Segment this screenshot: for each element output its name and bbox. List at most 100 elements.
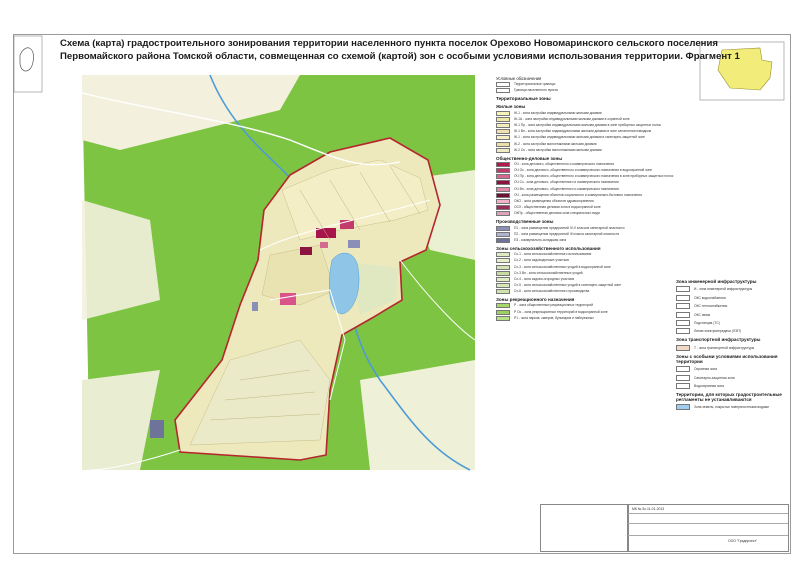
- legend-section-production: Производственные зоны: [496, 219, 554, 225]
- legend-item: Охранная зона: [676, 366, 786, 373]
- legend-label: Ж-1А - зона застройки индивидуальными жи…: [514, 116, 630, 121]
- legend-label: П2 - зона размещения предприятий III кла…: [514, 231, 620, 236]
- legend-main: Условные обозначения Территориальные гра…: [496, 75, 674, 470]
- legend-label: Р Ос - зона рекреационных территорий в в…: [514, 309, 608, 314]
- legend-label: Санитарно-защитная зона: [694, 375, 735, 380]
- legend-item: Т - зона транспортной инфраструктуры: [676, 344, 786, 351]
- locator-map: [13, 35, 43, 93]
- legend-item: Сх-6 - зона сельскохозяйственного произв…: [496, 289, 674, 295]
- legend-swatch: [496, 168, 510, 174]
- legend-item: ОКС теплоснабжения: [676, 303, 786, 310]
- zone-public: [320, 242, 328, 248]
- legend-item: Сх-4 - зона садово-огородных участков: [496, 276, 674, 282]
- legend-swatch: [496, 289, 510, 295]
- legend-label: ОКС связи: [694, 312, 711, 317]
- legend-swatch: [496, 270, 510, 276]
- legend-item: Ж-1 - зона застройки индивидуальными жил…: [496, 110, 674, 116]
- legend-item: ОКС связи: [676, 311, 786, 318]
- legend-label: Ж-2 - зона застройки малоэтажными жилыми…: [514, 141, 597, 146]
- legend-swatch: [496, 231, 510, 237]
- legend-label: Ж-2 Ос - зона застройки малоэтажными жил…: [514, 147, 602, 152]
- legend-swatch: [496, 174, 510, 180]
- legend-item: П3 - коммунально-складская зона: [496, 237, 674, 243]
- legend-label: Сх-6 - зона сельскохозяйственного произв…: [514, 289, 590, 294]
- legend-swatch: [496, 88, 510, 94]
- zone-industrial: [348, 240, 360, 248]
- legend-swatch: [496, 303, 510, 309]
- legend-label: ОКПр - общественная деловая зона специал…: [514, 211, 600, 216]
- legend-swatch: [496, 276, 510, 282]
- legend-item: ОКПр - общественная деловая зона специал…: [496, 211, 674, 217]
- legend-section-recreation: Зоны рекреационного назначения: [496, 297, 575, 303]
- legend-item: ОЧ Ос - зона делового, общественного и к…: [496, 168, 674, 174]
- legend-swatch: [496, 147, 510, 153]
- legend-section-residential: Жилые зоны: [496, 104, 526, 110]
- legend-swatch: [676, 319, 690, 326]
- legend-item: Сх-3 - зона сельскохозяйственных угодий …: [496, 264, 674, 270]
- legend-label: Сх-4 - зона садово-огородных участков: [514, 276, 575, 281]
- legend-item: ОЧ Пр - зона делового, общественного и к…: [496, 174, 674, 180]
- legend-label: Ж-1 - зона застройки индивидуальными жил…: [514, 110, 602, 115]
- legend-label: Ж-1 Пр - зона застройки индивидуальными …: [514, 122, 662, 127]
- legend-item: Зона земель, покрытых поверхностными вод…: [676, 404, 786, 411]
- legend-label: Сх-2 - зона садоводческих участков: [514, 258, 569, 263]
- legend-swatch: [496, 180, 510, 186]
- legend-swatch: [676, 374, 690, 381]
- legend-swatch: [676, 286, 690, 293]
- legend-label: Охранная зона: [694, 367, 717, 372]
- legend-section-zones: Территориальные зоны: [496, 96, 551, 102]
- legend-section-public: Общественно-деловые зоны: [496, 155, 563, 161]
- legend-item: ОЧ - зона делового, общественного и комм…: [496, 161, 674, 167]
- legend-label: ОСЗ - общественная деловая зона в водоох…: [514, 205, 601, 210]
- legend-item: П2 - зона размещения предприятий III кла…: [496, 231, 674, 237]
- legend-swatch: [676, 294, 690, 301]
- legend-item: Водоохранная зона: [676, 382, 786, 389]
- legend-label: Сх-3 - зона сельскохозяйственных угодий …: [514, 264, 611, 269]
- legend-label: Сх-3 Вп - зона сельскохозяйственных угод…: [514, 270, 583, 275]
- legend-label: Водоохранная зона: [694, 383, 724, 388]
- legend-swatch: [496, 309, 510, 315]
- legend-item: Ж-1 Пр - зона застройки индивидуальными …: [496, 122, 674, 128]
- legend-swatch: [676, 328, 690, 335]
- legend-swatch: [676, 404, 690, 411]
- zone-industrial: [252, 302, 258, 311]
- legend-swatch: [496, 110, 510, 116]
- legend-section-transport: Зона транспортной инфраструктуры: [676, 337, 761, 343]
- legend-section-territory: Территории, для которых градостроительны…: [676, 391, 782, 402]
- legend-label: П1 - зона размещения предприятий IV-V кл…: [514, 225, 625, 230]
- map-title: Схема (карта) градостроительного зониров…: [60, 38, 740, 63]
- legend-swatch: [496, 237, 510, 243]
- title-line-2: Первомайского района Томской области, со…: [60, 50, 740, 62]
- legend-label: Граница населенного пункта: [514, 88, 558, 93]
- legend-swatch: [676, 344, 690, 351]
- legend-label: ОЧ Сз - зона делового, общественного и к…: [514, 180, 619, 185]
- legend-item: ОЧ Вп - зона делового, общественного и к…: [496, 186, 674, 192]
- stamp-company: ООО "Градпроект": [728, 539, 758, 543]
- legend-item: Подстанция (ТС): [676, 319, 786, 326]
- legend-heading: Условные обозначения: [496, 76, 542, 81]
- legend-label: Т - зона транспортной инфраструктуры: [694, 345, 755, 350]
- legend-item: Р1 - зона парков, скверов, бульваров и н…: [496, 315, 674, 321]
- legend-swatch: [496, 199, 510, 204]
- stamp-code: МК № 5х-11-01-2013: [632, 507, 665, 511]
- legend-swatch: [496, 283, 510, 289]
- legend-item: Ж-2 - зона застройки малоэтажными жилыми…: [496, 141, 674, 147]
- legend-item: ОЧ - зона размещения объектов социальног…: [496, 192, 674, 198]
- legend-label: Сх-5 - зона сельскохозяйственных угодий …: [514, 283, 622, 288]
- legend-swatch: [676, 311, 690, 318]
- legend-label: Ж-1 Вп - зона застройки индивидуальными …: [514, 129, 652, 134]
- legend-swatch: [496, 116, 510, 122]
- legend-label: ОКО - зона размещения объектов здравоохр…: [514, 199, 594, 203]
- legend-section-agri: Зоны сельскохозяйственного использования: [496, 245, 601, 251]
- legend-label: И - зона инженерной инфраструктуры: [694, 287, 753, 292]
- legend-item: Санитарно-защитная зона: [676, 374, 786, 381]
- legend-item: Сх-1 - зона сельскохозяйственного исполь…: [496, 252, 674, 258]
- legend-item: Сх-5 - зона сельскохозяйственных угодий …: [496, 283, 674, 289]
- signature-block: [540, 504, 629, 552]
- legend-label: ОЧ - зона размещения объектов социальног…: [514, 192, 642, 197]
- legend-item: П1 - зона размещения предприятий IV-V кл…: [496, 225, 674, 231]
- legend-swatch: [496, 82, 510, 88]
- legend-item: И - зона инженерной инфраструктуры: [676, 286, 786, 293]
- legend-swatch: [496, 252, 510, 258]
- legend-swatch: [676, 382, 690, 389]
